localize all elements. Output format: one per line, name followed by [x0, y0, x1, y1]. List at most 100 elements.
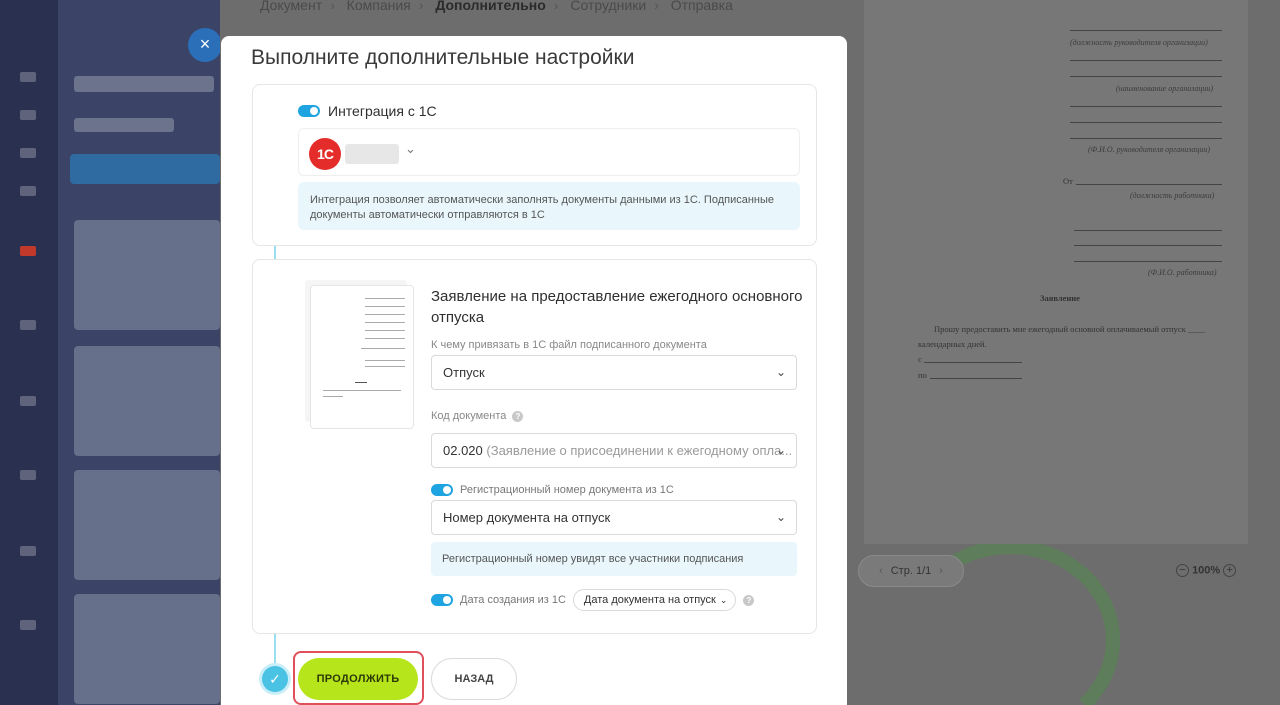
modal-title: Выполните дополнительные настройки: [251, 46, 635, 69]
sidebar-icon: [20, 186, 36, 196]
thumb-line: [323, 396, 343, 397]
breadcrumb: Документ › Компания › Дополнительно › Сотру…: [260, 0, 741, 13]
creation-date-select[interactable]: Дата документа на отпуск ⌄: [572, 589, 737, 611]
page-indicator: Стр. 1/1: [890, 565, 932, 577]
bind-select[interactable]: Отпуск ⌄: [431, 355, 797, 390]
creation-date-toggle-row: Дата создания из 1С Дата документа на от…: [431, 589, 755, 611]
doc-text: календарных дней.: [918, 339, 987, 349]
doc-line: [1074, 230, 1222, 231]
document-preview: (должность руководителя организации) (на…: [864, 0, 1248, 544]
chevron-right-icon: ›: [330, 0, 335, 13]
continue-button[interactable]: ПРОДОЛЖИТЬ: [298, 658, 418, 700]
thumb-line: [361, 348, 405, 349]
doc-line: [1070, 122, 1222, 123]
sidebar-icon: [20, 320, 36, 330]
breadcrumb-item[interactable]: Отправка: [671, 0, 733, 13]
document-card: [74, 220, 220, 330]
doc-line: [1070, 138, 1222, 139]
thumb-line: [365, 338, 405, 339]
doc-title: Заявление: [1040, 293, 1080, 303]
page-pager: ‹ Стр. 1/1 ›: [858, 555, 964, 587]
doc-line: [1070, 60, 1222, 61]
sidebar-icon: [20, 72, 36, 82]
doc-text: по: [918, 370, 927, 380]
document-title: Заявление на предоставление ежегодного о…: [431, 288, 803, 326]
integration-toggle-row: Интеграция с 1С: [298, 103, 437, 119]
doc-line: [1076, 184, 1222, 185]
integration-toggle[interactable]: [298, 105, 320, 117]
doc-line: [1074, 261, 1222, 262]
chevron-right-icon: ›: [553, 0, 559, 13]
zoom-out-icon[interactable]: −: [1176, 564, 1189, 577]
breadcrumb-item[interactable]: Сотрудники: [570, 0, 646, 13]
integration-info: Интеграция позволяет автоматически запол…: [298, 182, 800, 230]
help-icon[interactable]: ?: [512, 410, 524, 422]
zoom-control: − 100% +: [1176, 564, 1237, 577]
integration-card: Интеграция с 1С 1С ⌄ Интеграция позволяе…: [252, 84, 817, 246]
doc-caption: (наименование организации): [1116, 84, 1214, 93]
reg-number-toggle-row: Регистрационный номер документа из 1С: [431, 484, 674, 496]
creation-date-value: Дата документа на отпуск: [583, 594, 716, 606]
sidebar-icon: [20, 470, 36, 480]
doc-caption: (Ф.И.О. руководителя организации): [1088, 145, 1211, 154]
reg-number-info: Регистрационный номер увидят все участни…: [431, 542, 797, 576]
thumb-line: [365, 322, 405, 323]
thumb-line: [365, 306, 405, 307]
thumb-line: [365, 360, 405, 361]
check-icon: ✓: [262, 666, 288, 692]
app-sidebar: [0, 0, 58, 705]
document-card: [74, 470, 220, 580]
sidebar-icon: [20, 546, 36, 556]
doc-caption: (должность руководителя организации): [1070, 38, 1208, 47]
close-icon[interactable]: ×: [188, 28, 222, 62]
next-page-icon[interactable]: ›: [931, 565, 951, 577]
prev-page-icon[interactable]: ‹: [871, 565, 891, 577]
sidebar-icon: [20, 110, 36, 120]
database-select[interactable]: 1С ⌄: [298, 128, 800, 176]
bind-label-text: К чему привязать в 1С файл подписанного …: [431, 339, 707, 351]
panel-subtitle-placeholder: [74, 118, 174, 132]
doc-caption: (Ф.И.О. работника): [1148, 268, 1217, 277]
documents-panel: [58, 0, 228, 705]
reg-number-toggle-label: Регистрационный номер документа из 1С: [460, 484, 674, 496]
doc-text: От: [1063, 176, 1073, 186]
doc-line: [1070, 106, 1222, 107]
bind-label: К чему привязать в 1С файл подписанного …: [431, 339, 707, 351]
document-card: [74, 594, 220, 704]
chevron-down-icon: ⌄: [405, 141, 416, 156]
creation-date-label: Дата создания из 1С: [460, 594, 566, 606]
zoom-value: 100%: [1192, 564, 1221, 577]
settings-modal: Выполните дополнительные настройки 1 2 ✓…: [221, 36, 847, 705]
creation-date-toggle[interactable]: [431, 594, 453, 606]
doc-text: Прошу предоставить мне ежегодный основно…: [934, 324, 1205, 334]
document-thumbnail: [310, 285, 414, 429]
chevron-down-icon: ⌄: [775, 510, 786, 524]
chevron-down-icon: ⌄: [775, 365, 786, 379]
chevron-right-icon: ›: [654, 0, 659, 13]
thumb-line: [365, 314, 405, 315]
doc-line: [1074, 245, 1222, 246]
help-icon[interactable]: ?: [743, 594, 755, 606]
doc-code-select[interactable]: 02.020 (Заявление о присоединении к ежег…: [431, 433, 797, 468]
reg-number-value: Номер документа на отпуск: [443, 510, 611, 525]
doc-line: [924, 362, 1022, 363]
bind-select-value: Отпуск: [443, 365, 485, 380]
thumb-line: [355, 382, 367, 383]
doc-code-label: Код документа ?: [431, 410, 524, 422]
breadcrumb-item[interactable]: Документ: [260, 0, 322, 13]
zoom-in-icon[interactable]: +: [1223, 564, 1237, 577]
doc-code-hint: (Заявление о присоединении к ежегодному …: [486, 443, 793, 458]
doc-line: [1070, 30, 1222, 31]
doc-text: с: [918, 354, 922, 364]
doc-code-label-text: Код документа: [431, 410, 507, 422]
document-settings-card: Заявление на предоставление ежегодного о…: [252, 259, 817, 634]
back-button[interactable]: НАЗАД: [431, 658, 517, 700]
thumb-line: [365, 366, 405, 367]
sidebar-icon: [20, 620, 36, 630]
1c-logo-icon: 1С: [309, 138, 341, 170]
document-card: [74, 346, 220, 456]
breadcrumb-item[interactable]: Компания: [347, 0, 411, 13]
database-name-redacted: [345, 144, 399, 164]
reg-number-select[interactable]: Номер документа на отпуск ⌄: [431, 500, 797, 535]
reg-number-toggle[interactable]: [431, 484, 453, 496]
